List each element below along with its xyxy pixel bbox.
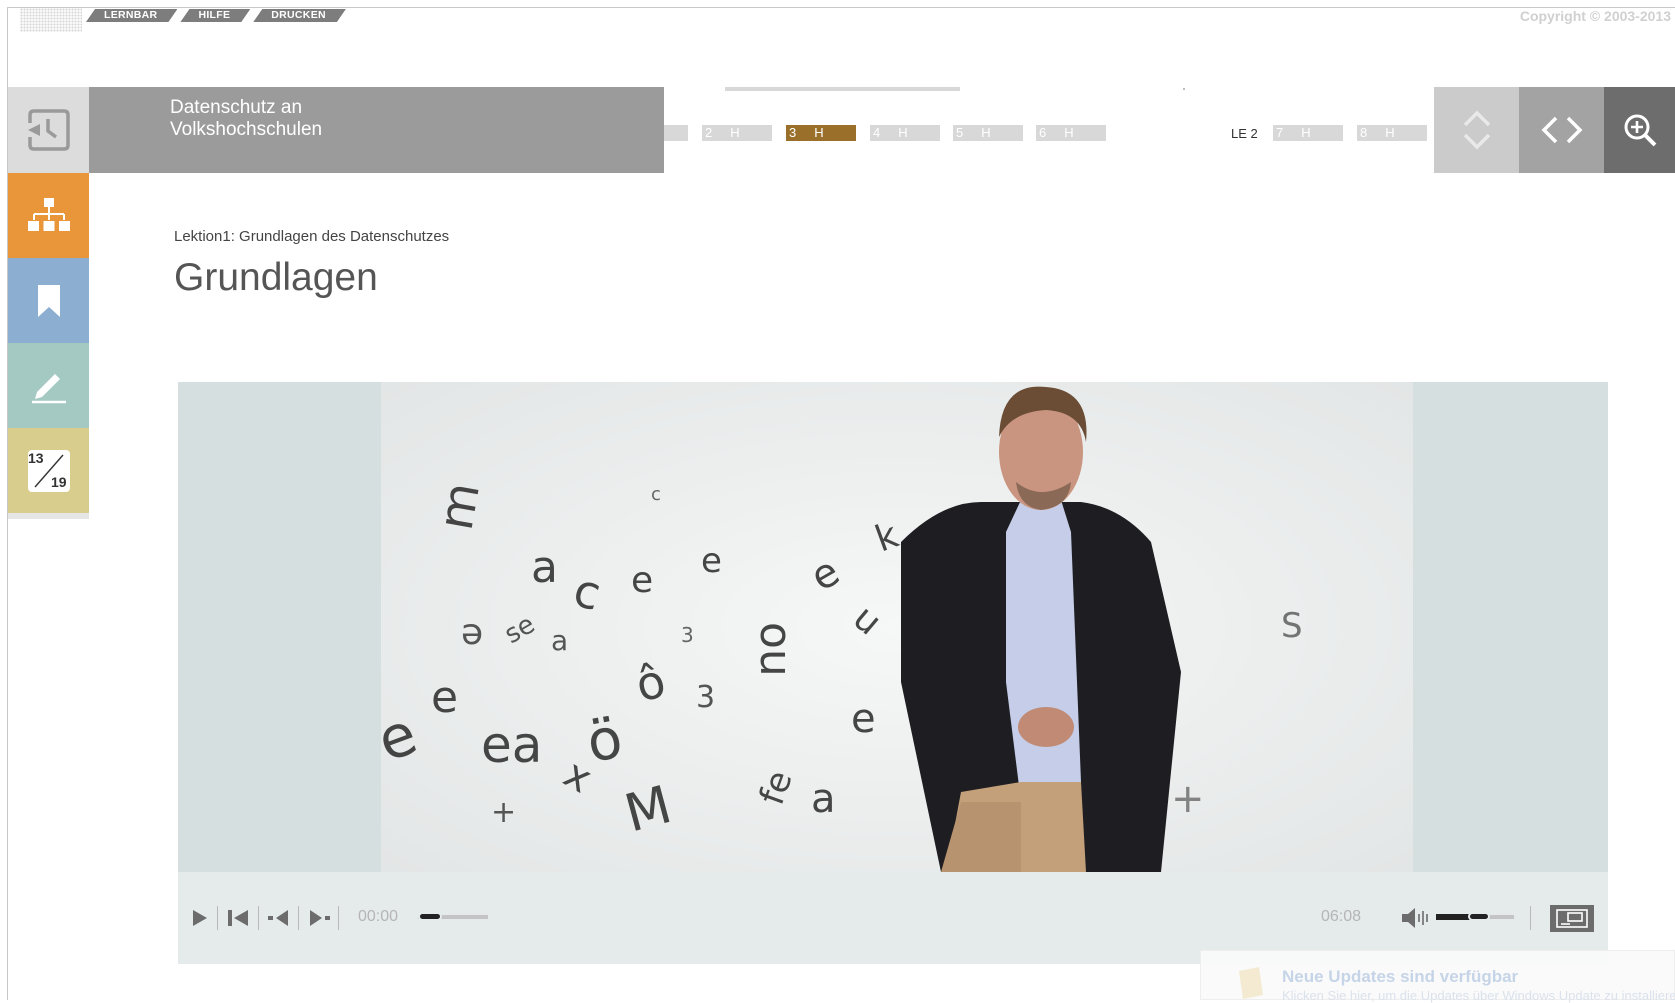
notification-title: Neue Updates sind verfügbar xyxy=(1282,967,1519,986)
history-back-button[interactable] xyxy=(8,87,89,173)
fullscreen-icon xyxy=(1556,909,1588,928)
page-tab[interactable]: 2 H xyxy=(702,125,772,141)
svg-text:a: a xyxy=(531,542,558,593)
page-tab[interactable]: 5 H xyxy=(953,125,1023,141)
page-tab-partial[interactable] xyxy=(664,125,688,141)
step-forward-icon[interactable] xyxy=(306,908,332,928)
page-tab[interactable]: 6 H xyxy=(1036,125,1106,141)
divider xyxy=(1530,906,1531,930)
breadcrumb: Lektion1: Grundlagen des Datenschutzes xyxy=(174,228,450,245)
pencil-icon xyxy=(31,373,66,403)
course-title-line1: Datenschutz an xyxy=(170,97,303,118)
svg-text:c: c xyxy=(651,484,661,505)
notification-text: Klicken Sie hier, um die Updates über Wi… xyxy=(1282,988,1675,1003)
svg-text:a: a xyxy=(811,776,836,822)
bookmark-button[interactable] xyxy=(8,258,89,343)
svg-text:ou: ou xyxy=(750,622,801,677)
page-total: 19 xyxy=(51,474,67,490)
divider xyxy=(298,906,299,930)
page-tab[interactable]: 7 H xyxy=(1273,125,1343,141)
svg-text:a: a xyxy=(551,624,568,657)
svg-text:S: S xyxy=(1281,606,1303,646)
zoom-in-icon xyxy=(1624,114,1656,147)
top-menu: LERNBAR HILFE DRUCKEN xyxy=(86,9,346,22)
svg-text:e: e xyxy=(631,560,653,601)
svg-text:ea: ea xyxy=(481,716,542,774)
time-current: 00:00 xyxy=(358,908,399,925)
volume-handle[interactable] xyxy=(1468,912,1490,921)
history-icon xyxy=(27,109,70,151)
fullscreen-button[interactable] xyxy=(1550,905,1594,932)
menu-hilfe[interactable]: HILFE xyxy=(180,9,250,22)
menu-drucken[interactable]: DRUCKEN xyxy=(253,9,346,22)
page-tab-active[interactable]: 3 H xyxy=(786,125,856,141)
progress-handle[interactable] xyxy=(418,912,442,921)
prev-next-button[interactable] xyxy=(1519,87,1604,173)
notes-button[interactable] xyxy=(8,343,89,428)
video-player[interactable]: m a c e e ə se a ô e e ea ö x 3 M ou e u… xyxy=(178,382,1608,872)
update-notification[interactable]: Neue Updates sind verfügbar Klicken Sie … xyxy=(1200,950,1675,1003)
menu-lernbar[interactable]: LERNBAR xyxy=(86,9,177,22)
step-back-icon[interactable] xyxy=(266,908,292,928)
page-tab[interactable]: 4 H xyxy=(870,125,940,141)
sitemap-icon xyxy=(27,197,70,231)
up-down-button[interactable] xyxy=(1434,87,1519,173)
bookmark-icon xyxy=(37,284,60,317)
svg-text:3: 3 xyxy=(681,623,694,647)
logo-dots xyxy=(20,8,82,32)
sitemap-button[interactable] xyxy=(8,173,89,258)
skip-start-icon[interactable] xyxy=(226,908,252,928)
zoom-button[interactable] xyxy=(1604,87,1675,173)
svg-text:ə: ə xyxy=(461,612,483,653)
svg-text:+: + xyxy=(491,795,516,830)
svg-text:e: e xyxy=(431,672,458,723)
lesson-progress-line xyxy=(725,87,960,91)
copyright-text: Copyright © 2003-2013 xyxy=(1519,8,1671,24)
course-title-line2: Volkshochschulen xyxy=(170,119,323,140)
svg-text:3: 3 xyxy=(696,680,715,715)
divider xyxy=(258,906,259,930)
svg-text:e: e xyxy=(701,541,722,581)
volume-icon[interactable] xyxy=(1400,906,1430,930)
chevron-left-right-icon xyxy=(1541,116,1582,144)
svg-text:m: m xyxy=(428,478,491,534)
video-frame[interactable]: m a c e e ə se a ô e e ea ö x 3 M ou e u… xyxy=(381,382,1413,872)
chevron-up-down-icon xyxy=(1463,110,1490,150)
play-icon[interactable] xyxy=(190,908,210,928)
sidebar-bottom-edge xyxy=(8,513,89,519)
page-current: 13 xyxy=(28,450,44,466)
divider xyxy=(217,906,218,930)
progress-marker xyxy=(1183,88,1185,90)
time-total: 06:08 xyxy=(1321,908,1362,925)
svg-text:+: + xyxy=(1171,776,1205,822)
page-tab[interactable]: 8 H xyxy=(1357,125,1427,141)
divider xyxy=(338,906,339,930)
page-counter-button[interactable]: 13 19 xyxy=(8,428,89,513)
page-title: Grundlagen xyxy=(174,256,378,299)
lesson-label: LE 2 xyxy=(1231,126,1258,141)
svg-text:e: e xyxy=(851,696,876,742)
course-title: Datenschutz an Volkshochschulen xyxy=(89,87,664,173)
windows-update-icon xyxy=(1239,967,1263,999)
video-scene: m a c e e ə se a ô e e ea ö x 3 M ou e u… xyxy=(381,382,1413,872)
